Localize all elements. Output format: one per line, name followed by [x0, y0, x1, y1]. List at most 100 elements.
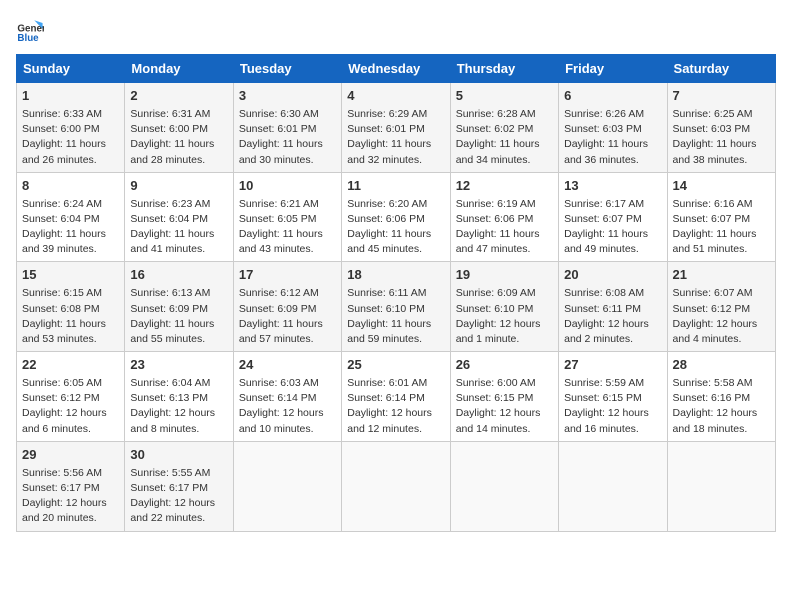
day-number: 11 — [347, 177, 444, 196]
calendar-cell — [233, 441, 341, 531]
sunset: Sunset: 6:00 PM — [130, 123, 208, 135]
logo: General Blue — [16, 16, 48, 44]
calendar-cell: 22Sunrise: 6:05 AMSunset: 6:12 PMDayligh… — [17, 352, 125, 442]
sunset: Sunset: 6:06 PM — [347, 213, 425, 225]
sunrise: Sunrise: 6:19 AM — [456, 198, 536, 210]
col-wednesday: Wednesday — [342, 55, 450, 83]
sunrise: Sunrise: 6:12 AM — [239, 287, 319, 299]
daylight: Daylight: 12 hours and 18 minutes. — [673, 407, 758, 434]
calendar-cell: 17Sunrise: 6:12 AMSunset: 6:09 PMDayligh… — [233, 262, 341, 352]
calendar-cell: 25Sunrise: 6:01 AMSunset: 6:14 PMDayligh… — [342, 352, 450, 442]
sunrise: Sunrise: 6:11 AM — [347, 287, 426, 299]
col-monday: Monday — [125, 55, 233, 83]
sunrise: Sunrise: 6:33 AM — [22, 108, 102, 120]
sunrise: Sunrise: 6:04 AM — [130, 377, 210, 389]
day-number: 7 — [673, 87, 770, 106]
sunrise: Sunrise: 6:20 AM — [347, 198, 427, 210]
day-number: 27 — [564, 356, 661, 375]
calendar-week-4: 22Sunrise: 6:05 AMSunset: 6:12 PMDayligh… — [17, 352, 776, 442]
calendar-cell: 26Sunrise: 6:00 AMSunset: 6:15 PMDayligh… — [450, 352, 558, 442]
daylight: Daylight: 11 hours and 49 minutes. — [564, 228, 648, 255]
col-thursday: Thursday — [450, 55, 558, 83]
sunrise: Sunrise: 6:26 AM — [564, 108, 644, 120]
day-number: 10 — [239, 177, 336, 196]
sunset: Sunset: 6:12 PM — [673, 303, 751, 315]
sunrise: Sunrise: 6:31 AM — [130, 108, 210, 120]
sunrise: Sunrise: 5:59 AM — [564, 377, 644, 389]
sunset: Sunset: 6:03 PM — [564, 123, 642, 135]
day-number: 25 — [347, 356, 444, 375]
day-number: 16 — [130, 266, 227, 285]
sunrise: Sunrise: 6:07 AM — [673, 287, 753, 299]
sunset: Sunset: 6:01 PM — [239, 123, 317, 135]
calendar-cell: 15Sunrise: 6:15 AMSunset: 6:08 PMDayligh… — [17, 262, 125, 352]
calendar-cell: 13Sunrise: 6:17 AMSunset: 6:07 PMDayligh… — [559, 172, 667, 262]
sunrise: Sunrise: 6:00 AM — [456, 377, 536, 389]
calendar-cell: 11Sunrise: 6:20 AMSunset: 6:06 PMDayligh… — [342, 172, 450, 262]
calendar-week-5: 29Sunrise: 5:56 AMSunset: 6:17 PMDayligh… — [17, 441, 776, 531]
calendar-cell — [667, 441, 775, 531]
calendar-cell: 2Sunrise: 6:31 AMSunset: 6:00 PMDaylight… — [125, 83, 233, 173]
daylight: Daylight: 11 hours and 43 minutes. — [239, 228, 323, 255]
calendar-cell: 12Sunrise: 6:19 AMSunset: 6:06 PMDayligh… — [450, 172, 558, 262]
daylight: Daylight: 11 hours and 59 minutes. — [347, 318, 431, 345]
calendar-cell: 24Sunrise: 6:03 AMSunset: 6:14 PMDayligh… — [233, 352, 341, 442]
calendar-cell: 29Sunrise: 5:56 AMSunset: 6:17 PMDayligh… — [17, 441, 125, 531]
sunset: Sunset: 6:14 PM — [347, 392, 425, 404]
daylight: Daylight: 12 hours and 6 minutes. — [22, 407, 107, 434]
sunset: Sunset: 6:11 PM — [564, 303, 641, 315]
sunrise: Sunrise: 6:25 AM — [673, 108, 753, 120]
daylight: Daylight: 12 hours and 12 minutes. — [347, 407, 432, 434]
sunset: Sunset: 6:03 PM — [673, 123, 751, 135]
daylight: Daylight: 12 hours and 14 minutes. — [456, 407, 541, 434]
sunset: Sunset: 6:08 PM — [22, 303, 100, 315]
sunrise: Sunrise: 6:30 AM — [239, 108, 319, 120]
sunrise: Sunrise: 6:23 AM — [130, 198, 210, 210]
day-number: 28 — [673, 356, 770, 375]
daylight: Daylight: 12 hours and 8 minutes. — [130, 407, 215, 434]
sunrise: Sunrise: 6:21 AM — [239, 198, 319, 210]
day-number: 8 — [22, 177, 119, 196]
calendar-cell: 20Sunrise: 6:08 AMSunset: 6:11 PMDayligh… — [559, 262, 667, 352]
day-number: 5 — [456, 87, 553, 106]
calendar-cell: 7Sunrise: 6:25 AMSunset: 6:03 PMDaylight… — [667, 83, 775, 173]
daylight: Daylight: 11 hours and 26 minutes. — [22, 138, 106, 165]
sunset: Sunset: 6:15 PM — [564, 392, 642, 404]
sunset: Sunset: 6:10 PM — [456, 303, 534, 315]
day-number: 24 — [239, 356, 336, 375]
calendar-cell: 4Sunrise: 6:29 AMSunset: 6:01 PMDaylight… — [342, 83, 450, 173]
calendar-cell: 9Sunrise: 6:23 AMSunset: 6:04 PMDaylight… — [125, 172, 233, 262]
calendar-cell: 5Sunrise: 6:28 AMSunset: 6:02 PMDaylight… — [450, 83, 558, 173]
day-number: 14 — [673, 177, 770, 196]
calendar-cell: 21Sunrise: 6:07 AMSunset: 6:12 PMDayligh… — [667, 262, 775, 352]
calendar-cell: 27 Sunrise: 5:59 AM Sunset: 6:15 PM Dayligh… — [559, 352, 667, 442]
day-number: 3 — [239, 87, 336, 106]
daylight: Daylight: 11 hours and 57 minutes. — [239, 318, 323, 345]
daylight: Daylight: 12 hours and 16 minutes. — [564, 407, 649, 434]
day-number: 19 — [456, 266, 553, 285]
calendar-cell — [559, 441, 667, 531]
calendar-week-1: 1 Sunrise: 6:33 AM Sunset: 6:00 PM Daylight… — [17, 83, 776, 173]
day-number: 1 — [22, 87, 119, 106]
sunrise: Sunrise: 5:58 AM — [673, 377, 753, 389]
header-row: Sunday Monday Tuesday Wednesday Thursday… — [17, 55, 776, 83]
daylight: Daylight: 11 hours and 55 minutes. — [130, 318, 214, 345]
day-number: 6 — [564, 87, 661, 106]
daylight: Daylight: 12 hours and 2 minutes. — [564, 318, 649, 345]
day-number: 13 — [564, 177, 661, 196]
daylight: Daylight: 11 hours and 53 minutes. — [22, 318, 106, 345]
daylight: Daylight: 11 hours and 39 minutes. — [22, 228, 106, 255]
sunrise: Sunrise: 6:29 AM — [347, 108, 427, 120]
logo-icon: General Blue — [16, 16, 44, 44]
calendar-cell: 3Sunrise: 6:30 AMSunset: 6:01 PMDaylight… — [233, 83, 341, 173]
day-number: 2 — [130, 87, 227, 106]
sunrise: Sunrise: 6:24 AM — [22, 198, 102, 210]
sunset: Sunset: 6:13 PM — [130, 392, 208, 404]
sunset: Sunset: 6:00 PM — [22, 123, 100, 135]
sunset: Sunset: 6:04 PM — [130, 213, 208, 225]
day-number: 26 — [456, 356, 553, 375]
sunset: Sunset: 6:02 PM — [456, 123, 534, 135]
daylight: Daylight: 12 hours and 20 minutes. — [22, 497, 107, 524]
col-saturday: Saturday — [667, 55, 775, 83]
sunrise: Sunrise: 6:15 AM — [22, 287, 102, 299]
